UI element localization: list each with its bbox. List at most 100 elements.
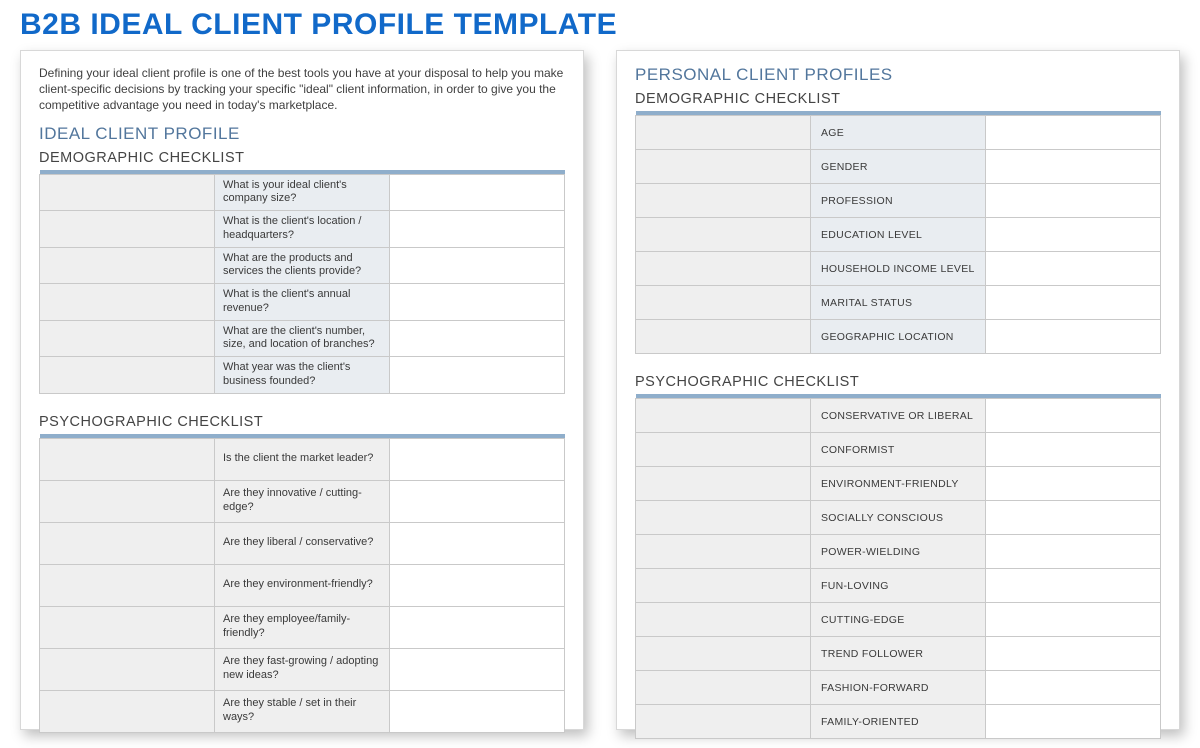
label-cell: GENDER xyxy=(811,150,986,184)
check-cell[interactable] xyxy=(636,671,811,705)
check-cell[interactable] xyxy=(636,399,811,433)
check-cell[interactable] xyxy=(40,247,215,284)
table-row: FASHION-FORWARD xyxy=(636,671,1161,705)
check-cell[interactable] xyxy=(40,284,215,321)
check-cell[interactable] xyxy=(40,357,215,394)
table-row: Are they stable / set in their ways? xyxy=(40,690,565,732)
label-cell: AGE xyxy=(811,116,986,150)
check-cell[interactable] xyxy=(636,184,811,218)
value-cell[interactable] xyxy=(390,480,565,522)
check-cell[interactable] xyxy=(40,606,215,648)
label-cell: Are they innovative / cutting-edge? xyxy=(215,480,390,522)
table-row: What is the client's location / headquar… xyxy=(40,211,565,248)
label-cell: What are the client's number, size, and … xyxy=(215,320,390,357)
value-cell[interactable] xyxy=(986,467,1161,501)
value-cell[interactable] xyxy=(986,433,1161,467)
value-cell[interactable] xyxy=(390,606,565,648)
table-row: Is the client the market leader? xyxy=(40,438,565,480)
check-cell[interactable] xyxy=(40,174,215,211)
table-row: SOCIALLY CONSCIOUS xyxy=(636,501,1161,535)
value-cell[interactable] xyxy=(986,320,1161,354)
label-cell: What is the client's annual revenue? xyxy=(215,284,390,321)
value-cell[interactable] xyxy=(986,501,1161,535)
value-cell[interactable] xyxy=(390,174,565,211)
check-cell[interactable] xyxy=(636,150,811,184)
table-row: What are the client's number, size, and … xyxy=(40,320,565,357)
table-row: CUTTING-EDGE xyxy=(636,603,1161,637)
check-cell[interactable] xyxy=(636,320,811,354)
value-cell[interactable] xyxy=(390,438,565,480)
check-cell[interactable] xyxy=(40,648,215,690)
table-row: FAMILY-ORIENTED xyxy=(636,705,1161,739)
check-cell[interactable] xyxy=(636,603,811,637)
value-cell[interactable] xyxy=(986,218,1161,252)
check-cell[interactable] xyxy=(636,116,811,150)
heading-left-demo: DEMOGRAPHIC CHECKLIST xyxy=(39,150,565,166)
check-cell[interactable] xyxy=(636,569,811,603)
check-cell[interactable] xyxy=(636,705,811,739)
accent-bar xyxy=(40,170,565,174)
check-cell[interactable] xyxy=(40,320,215,357)
check-cell[interactable] xyxy=(40,211,215,248)
check-cell[interactable] xyxy=(636,433,811,467)
check-cell[interactable] xyxy=(636,501,811,535)
value-cell[interactable] xyxy=(986,569,1161,603)
check-cell[interactable] xyxy=(40,690,215,732)
value-cell[interactable] xyxy=(390,690,565,732)
value-cell[interactable] xyxy=(986,116,1161,150)
value-cell[interactable] xyxy=(390,284,565,321)
value-cell[interactable] xyxy=(986,286,1161,320)
value-cell[interactable] xyxy=(390,357,565,394)
check-cell[interactable] xyxy=(636,637,811,671)
label-cell: TREND FOLLOWER xyxy=(811,637,986,671)
label-cell: Are they stable / set in their ways? xyxy=(215,690,390,732)
value-cell[interactable] xyxy=(390,247,565,284)
table-row: HOUSEHOLD INCOME LEVEL xyxy=(636,252,1161,286)
section-title-ideal: IDEAL CLIENT PROFILE xyxy=(39,124,565,144)
value-cell[interactable] xyxy=(390,211,565,248)
accent-bar xyxy=(636,394,1161,398)
label-cell: FAMILY-ORIENTED xyxy=(811,705,986,739)
check-cell[interactable] xyxy=(636,252,811,286)
table-row: GEOGRAPHIC LOCATION xyxy=(636,320,1161,354)
table-row: POWER-WIELDING xyxy=(636,535,1161,569)
table-row: GENDER xyxy=(636,150,1161,184)
value-cell[interactable] xyxy=(986,150,1161,184)
table-row: What is the client's annual revenue? xyxy=(40,284,565,321)
label-cell: What is your ideal client's company size… xyxy=(215,174,390,211)
value-cell[interactable] xyxy=(390,320,565,357)
table-left-psy: Is the client the market leader? Are the… xyxy=(39,434,565,733)
label-cell: Are they environment-friendly? xyxy=(215,564,390,606)
table-row: CONSERVATIVE OR LIBERAL xyxy=(636,399,1161,433)
table-row: What year was the client's business foun… xyxy=(40,357,565,394)
check-cell[interactable] xyxy=(40,438,215,480)
value-cell[interactable] xyxy=(986,535,1161,569)
label-cell: CUTTING-EDGE xyxy=(811,603,986,637)
table-right-psy: CONSERVATIVE OR LIBERAL CONFORMIST ENVIR… xyxy=(635,394,1161,739)
check-cell[interactable] xyxy=(636,286,811,320)
value-cell[interactable] xyxy=(986,671,1161,705)
value-cell[interactable] xyxy=(986,184,1161,218)
accent-bar xyxy=(40,434,565,438)
check-cell[interactable] xyxy=(40,480,215,522)
value-cell[interactable] xyxy=(986,399,1161,433)
check-cell[interactable] xyxy=(40,522,215,564)
table-row: AGE xyxy=(636,116,1161,150)
label-cell: What is the client's location / headquar… xyxy=(215,211,390,248)
value-cell[interactable] xyxy=(390,648,565,690)
accent-bar xyxy=(636,111,1161,115)
check-cell[interactable] xyxy=(636,467,811,501)
table-left-demo: What is your ideal client's company size… xyxy=(39,170,565,394)
check-cell[interactable] xyxy=(636,535,811,569)
table-row: What is your ideal client's company size… xyxy=(40,174,565,211)
value-cell[interactable] xyxy=(986,252,1161,286)
value-cell[interactable] xyxy=(390,522,565,564)
value-cell[interactable] xyxy=(390,564,565,606)
value-cell[interactable] xyxy=(986,705,1161,739)
table-row: Are they employee/family-friendly? xyxy=(40,606,565,648)
value-cell[interactable] xyxy=(986,637,1161,671)
value-cell[interactable] xyxy=(986,603,1161,637)
check-cell[interactable] xyxy=(636,218,811,252)
label-cell: Are they employee/family-friendly? xyxy=(215,606,390,648)
check-cell[interactable] xyxy=(40,564,215,606)
